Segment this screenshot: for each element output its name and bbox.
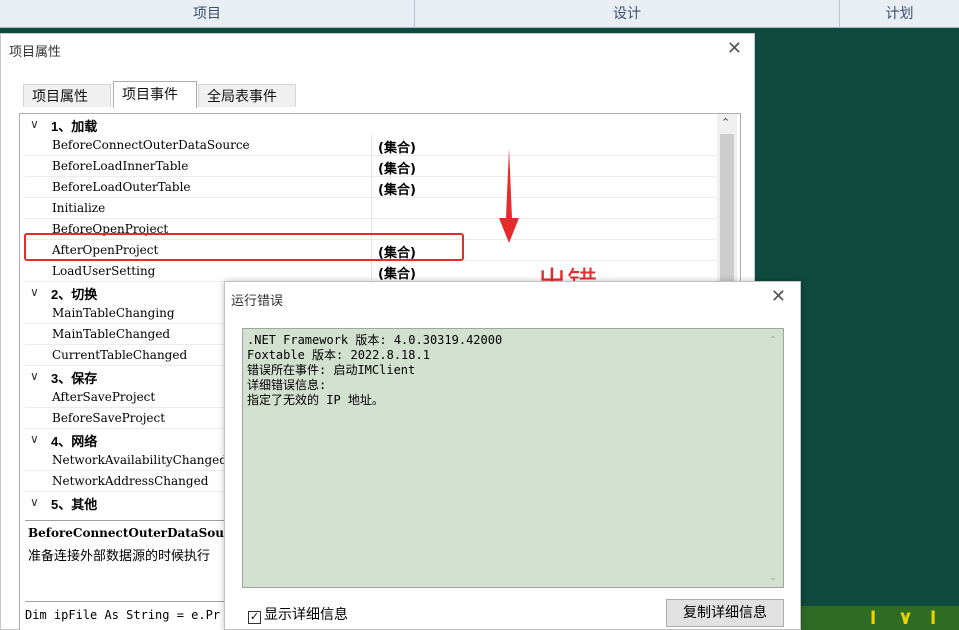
- category-row[interactable]: ∨ 1、加载: [25, 114, 717, 135]
- error-line: 指定了无效的 IP 地址。: [247, 393, 384, 407]
- close-icon[interactable]: ✕: [771, 286, 786, 307]
- category-label: 1、加载: [51, 119, 98, 134]
- event-row[interactable]: BeforeLoadInnerTable (集合): [25, 156, 717, 177]
- event-name: Initialize: [52, 201, 106, 215]
- tab-project-properties[interactable]: 项目属性: [23, 84, 111, 107]
- tab-global-table-events[interactable]: 全局表事件: [198, 84, 296, 107]
- category-label: 5、其他: [51, 497, 98, 512]
- error-details-textbox[interactable]: .NET Framework 版本: 4.0.30319.42000 Foxta…: [242, 328, 784, 588]
- event-value: (集合): [378, 162, 416, 177]
- event-value-cell[interactable]: [371, 198, 717, 219]
- event-name: NetworkAvailabilityChanged: [52, 453, 227, 467]
- event-row[interactable]: BeforeLoadOuterTable (集合): [25, 177, 717, 198]
- window-title: 项目属性: [9, 44, 62, 59]
- description-text: 准备连接外部数据源的时候执行: [28, 548, 211, 563]
- event-row[interactable]: Initialize: [25, 198, 717, 219]
- run-error-dialog: 运行错误 ✕ .NET Framework 版本: 4.0.30319.4200…: [224, 281, 801, 630]
- chevron-down-icon[interactable]: ∨: [30, 432, 39, 446]
- chevron-down-icon[interactable]: ∨: [30, 495, 39, 509]
- category-label: 2、切换: [51, 287, 98, 302]
- category-label: 4、网络: [51, 434, 98, 449]
- event-value: (集合): [378, 183, 416, 198]
- event-name: LoadUserSetting: [52, 264, 156, 278]
- event-name: BeforeSaveProject: [52, 411, 166, 425]
- event-value-cell[interactable]: (集合): [371, 177, 717, 198]
- error-line: Foxtable 版本: 2022.8.18.1: [247, 348, 430, 362]
- chevron-up-icon[interactable]: ⌃: [721, 116, 730, 129]
- close-icon[interactable]: ✕: [727, 38, 742, 59]
- event-name: BeforeConnectOuterDataSource: [52, 138, 250, 152]
- event-value-cell[interactable]: (集合): [371, 156, 717, 177]
- chevron-down-icon[interactable]: ∨: [30, 285, 39, 299]
- description-name: BeforeConnectOuterDataSource: [28, 526, 246, 540]
- chevron-down-icon[interactable]: ⌄: [769, 572, 777, 583]
- dialog-title: 运行错误: [231, 293, 284, 308]
- code-line: Dim ipFile As String = e.Pr: [25, 608, 221, 622]
- error-scrollbar[interactable]: ⌃ ⌄: [765, 329, 783, 587]
- red-arrow-icon: [499, 148, 519, 243]
- checkbox-check-icon[interactable]: ✓: [248, 611, 261, 624]
- event-name: MainTableChanged: [52, 327, 171, 341]
- error-line: 错误所在事件: 启动IMClient: [247, 363, 416, 377]
- tab-project-events[interactable]: 项目事件: [113, 81, 197, 108]
- chevron-up-icon[interactable]: ⌃: [769, 335, 777, 346]
- top-tab-project[interactable]: 项目: [0, 0, 415, 28]
- top-tab-plan[interactable]: 计划: [840, 0, 959, 28]
- top-ribbon: 项目 设计 计划: [0, 0, 959, 28]
- highlight-box: [24, 233, 464, 261]
- copy-details-button[interactable]: 复制详细信息: [666, 599, 784, 627]
- error-lines: .NET Framework 版本: 4.0.30319.42000 Foxta…: [247, 333, 502, 408]
- event-name: AfterSaveProject: [52, 390, 156, 404]
- show-details-checkbox[interactable]: ✓ 显示详细信息: [248, 604, 348, 624]
- event-row[interactable]: BeforeConnectOuterDataSource (集合): [25, 135, 717, 156]
- board-strip-decoration: ا٧ﺍ: [800, 606, 959, 630]
- top-tab-design[interactable]: 设计: [415, 0, 840, 28]
- show-details-label: 显示详细信息: [264, 606, 348, 622]
- event-value: (集合): [378, 267, 416, 282]
- event-name: BeforeLoadInnerTable: [52, 159, 189, 173]
- event-value-cell[interactable]: (集合): [371, 135, 717, 156]
- event-name: CurrentTableChanged: [52, 348, 188, 362]
- chevron-down-icon[interactable]: ∨: [30, 369, 39, 383]
- event-row[interactable]: LoadUserSetting (集合): [25, 261, 717, 282]
- chevron-down-icon[interactable]: ∨: [30, 117, 39, 131]
- error-line: .NET Framework 版本: 4.0.30319.42000: [247, 333, 503, 347]
- event-name: BeforeLoadOuterTable: [52, 180, 191, 194]
- event-name: NetworkAddressChanged: [52, 474, 209, 488]
- event-name: MainTableChanging: [52, 306, 175, 320]
- error-line: 详细错误信息:: [247, 378, 327, 392]
- category-label: 3、保存: [51, 371, 98, 386]
- event-value: (集合): [378, 141, 416, 156]
